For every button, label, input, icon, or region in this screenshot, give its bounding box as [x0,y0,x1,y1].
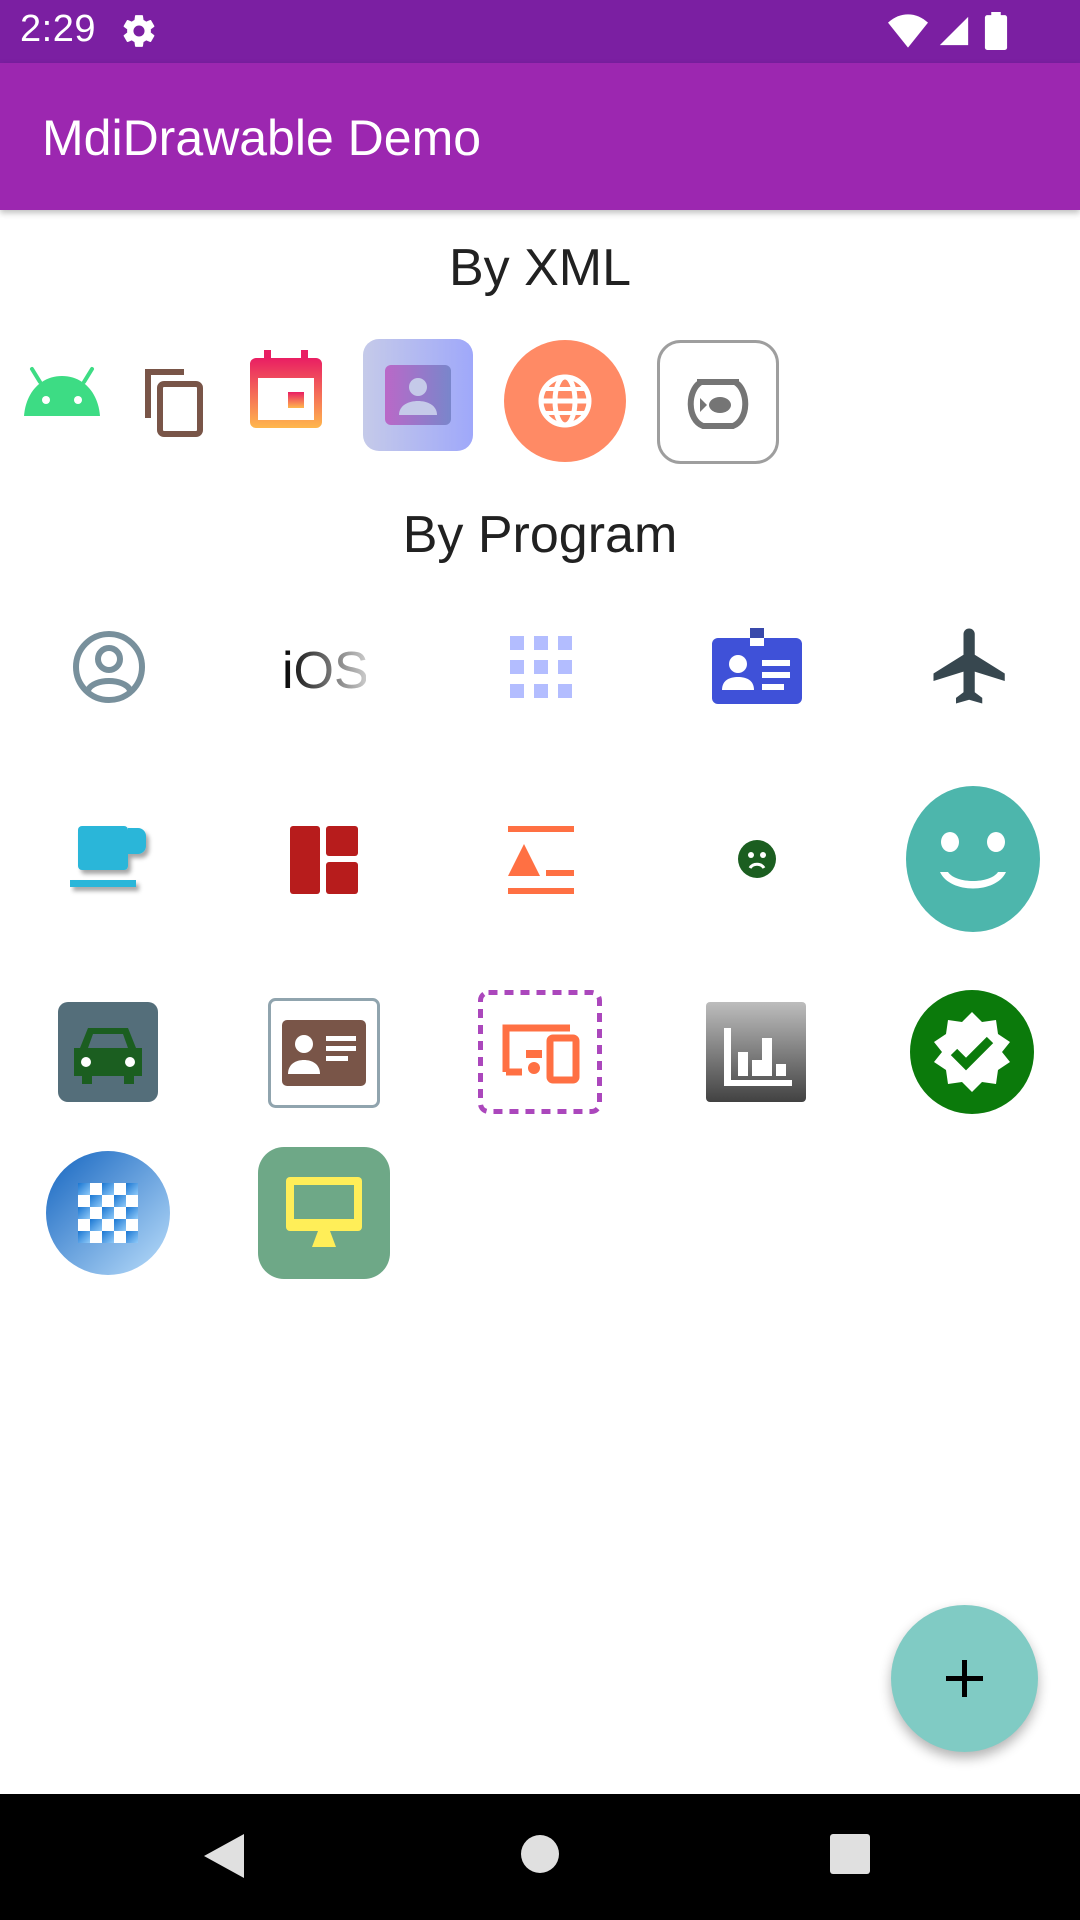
plus-icon [946,1660,983,1697]
format-align-icon [508,826,574,894]
emoticon-sad-icon [738,840,776,878]
apple-ios-icon: iOS [282,642,366,696]
screen: 2:29 MdiDrawable Demo By XML By Program … [0,0,1080,1920]
apps-icon [510,636,572,698]
contact-icon [363,339,473,451]
account-box-icon [268,998,380,1108]
section-title-by-xml: By XML [448,239,632,297]
checkerboard-icon [46,1151,170,1275]
add-fab-button[interactable] [891,1605,1038,1752]
chart-bar-icon [706,1002,806,1102]
android-icon [24,367,100,416]
devices-icon [478,990,602,1114]
section-title-by-program: By Program [402,506,678,564]
app-bar: MdiDrawable Demo [0,63,1080,210]
recents-button[interactable] [830,1834,870,1874]
monitor-icon [258,1147,390,1279]
calendar-icon [250,350,322,428]
card-account-details-icon [712,628,802,704]
wifi-icon [888,14,928,48]
check-decagram-icon [910,990,1034,1114]
status-bar: 2:29 [0,0,1080,63]
signal-icon [939,16,969,46]
car-icon [58,1002,158,1102]
web-icon [504,340,626,462]
svg-text:iOS: iOS [282,642,366,696]
airplane-icon [933,628,1005,704]
navigation-bar [0,1794,1080,1920]
battery-icon [984,12,1008,50]
status-time: 2:29 [20,8,96,50]
app-title: MdiDrawable Demo [42,110,482,166]
gear-icon [123,15,155,47]
account-circle-icon [73,631,145,703]
view-dashboard-icon [290,826,358,894]
emoticon-happy-icon [906,786,1040,932]
content-copy-icon [145,369,203,437]
coffee-icon [70,826,146,887]
fishbowl-icon [657,340,779,464]
home-button[interactable] [520,1834,560,1874]
back-button[interactable] [204,1832,248,1880]
